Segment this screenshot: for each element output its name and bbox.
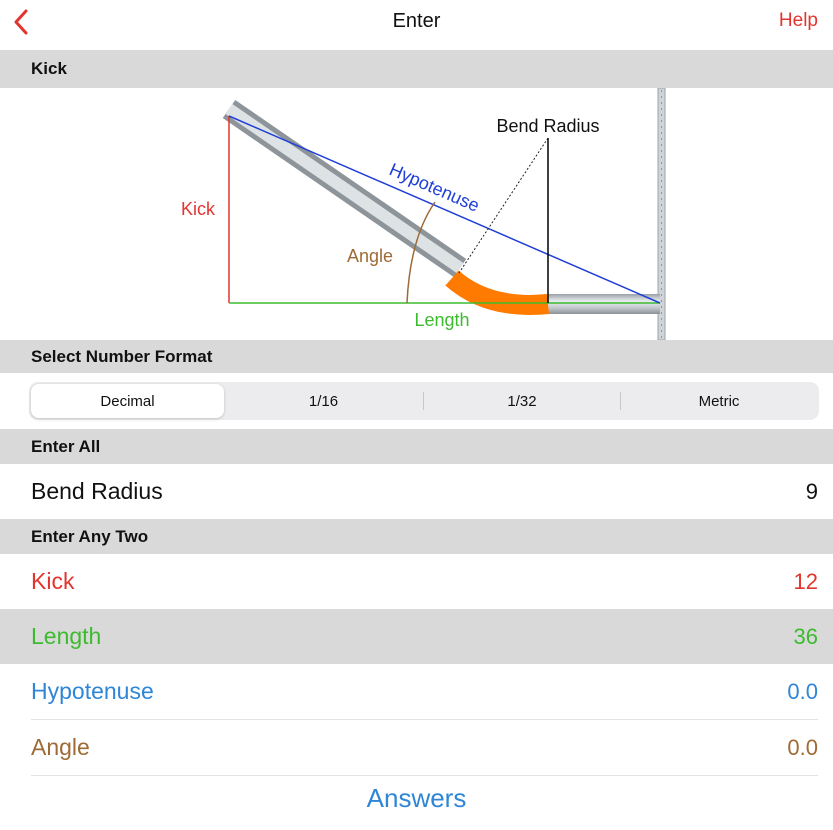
navigation-bar: Enter Help — [0, 0, 833, 50]
kick-diagram: Bend Radius Hypotenuse Kick Angle Length — [0, 87, 833, 341]
angle-label: Angle — [31, 734, 90, 760]
section-header-enter-all: Enter All — [0, 429, 833, 464]
segment-1-16[interactable]: 1/16 — [225, 382, 422, 420]
angle-value: 0.0 — [787, 734, 818, 760]
chevron-left-icon — [14, 9, 28, 35]
diagram-hypotenuse-label: Hypotenuse — [386, 159, 482, 216]
row-separator — [31, 775, 818, 776]
help-button[interactable]: Help — [779, 10, 818, 32]
segment-decimal[interactable]: Decimal — [31, 384, 224, 418]
bend-radius-label: Bend Radius — [31, 478, 163, 504]
section-header-number-format: Select Number Format — [0, 340, 833, 373]
kick-row[interactable]: Kick 12 — [0, 554, 833, 609]
length-label: Length — [31, 623, 102, 649]
pipe-horizontal-section — [548, 294, 660, 314]
length-row[interactable]: Length 36 — [0, 609, 833, 664]
bend-radius-row[interactable]: Bend Radius 9 — [0, 464, 833, 519]
diagram-kick-label: Kick — [181, 199, 216, 219]
section-header-kick: Kick — [0, 50, 833, 88]
kick-diagram-illustration: Bend Radius Hypotenuse Kick Angle Length — [181, 87, 666, 341]
answers-button[interactable]: Answers — [0, 783, 833, 814]
diagram-bend-radius-label: Bend Radius — [496, 116, 599, 136]
pipe-bend — [445, 270, 549, 315]
bend-radius-value: 9 — [805, 478, 818, 504]
page-title: Enter — [392, 10, 441, 32]
hypotenuse-value: 0.0 — [787, 678, 818, 704]
section-header-enter-any-two: Enter Any Two — [0, 519, 833, 554]
back-button[interactable] — [8, 6, 34, 38]
angle-row[interactable]: Angle 0.0 — [0, 720, 833, 775]
diagram-angle-label: Angle — [347, 246, 393, 266]
number-format-segmented-control: Decimal 1/16 1/32 Metric — [29, 382, 819, 420]
hypotenuse-row[interactable]: Hypotenuse 0.0 — [0, 664, 833, 719]
kick-label: Kick — [31, 568, 75, 594]
kick-value: 12 — [793, 568, 818, 594]
diagram-length-label: Length — [414, 310, 469, 330]
hypotenuse-line — [228, 115, 661, 304]
segment-metric[interactable]: Metric — [621, 382, 817, 420]
segment-1-32[interactable]: 1/32 — [424, 382, 620, 420]
length-value: 36 — [793, 623, 818, 649]
hypotenuse-label: Hypotenuse — [31, 678, 154, 704]
